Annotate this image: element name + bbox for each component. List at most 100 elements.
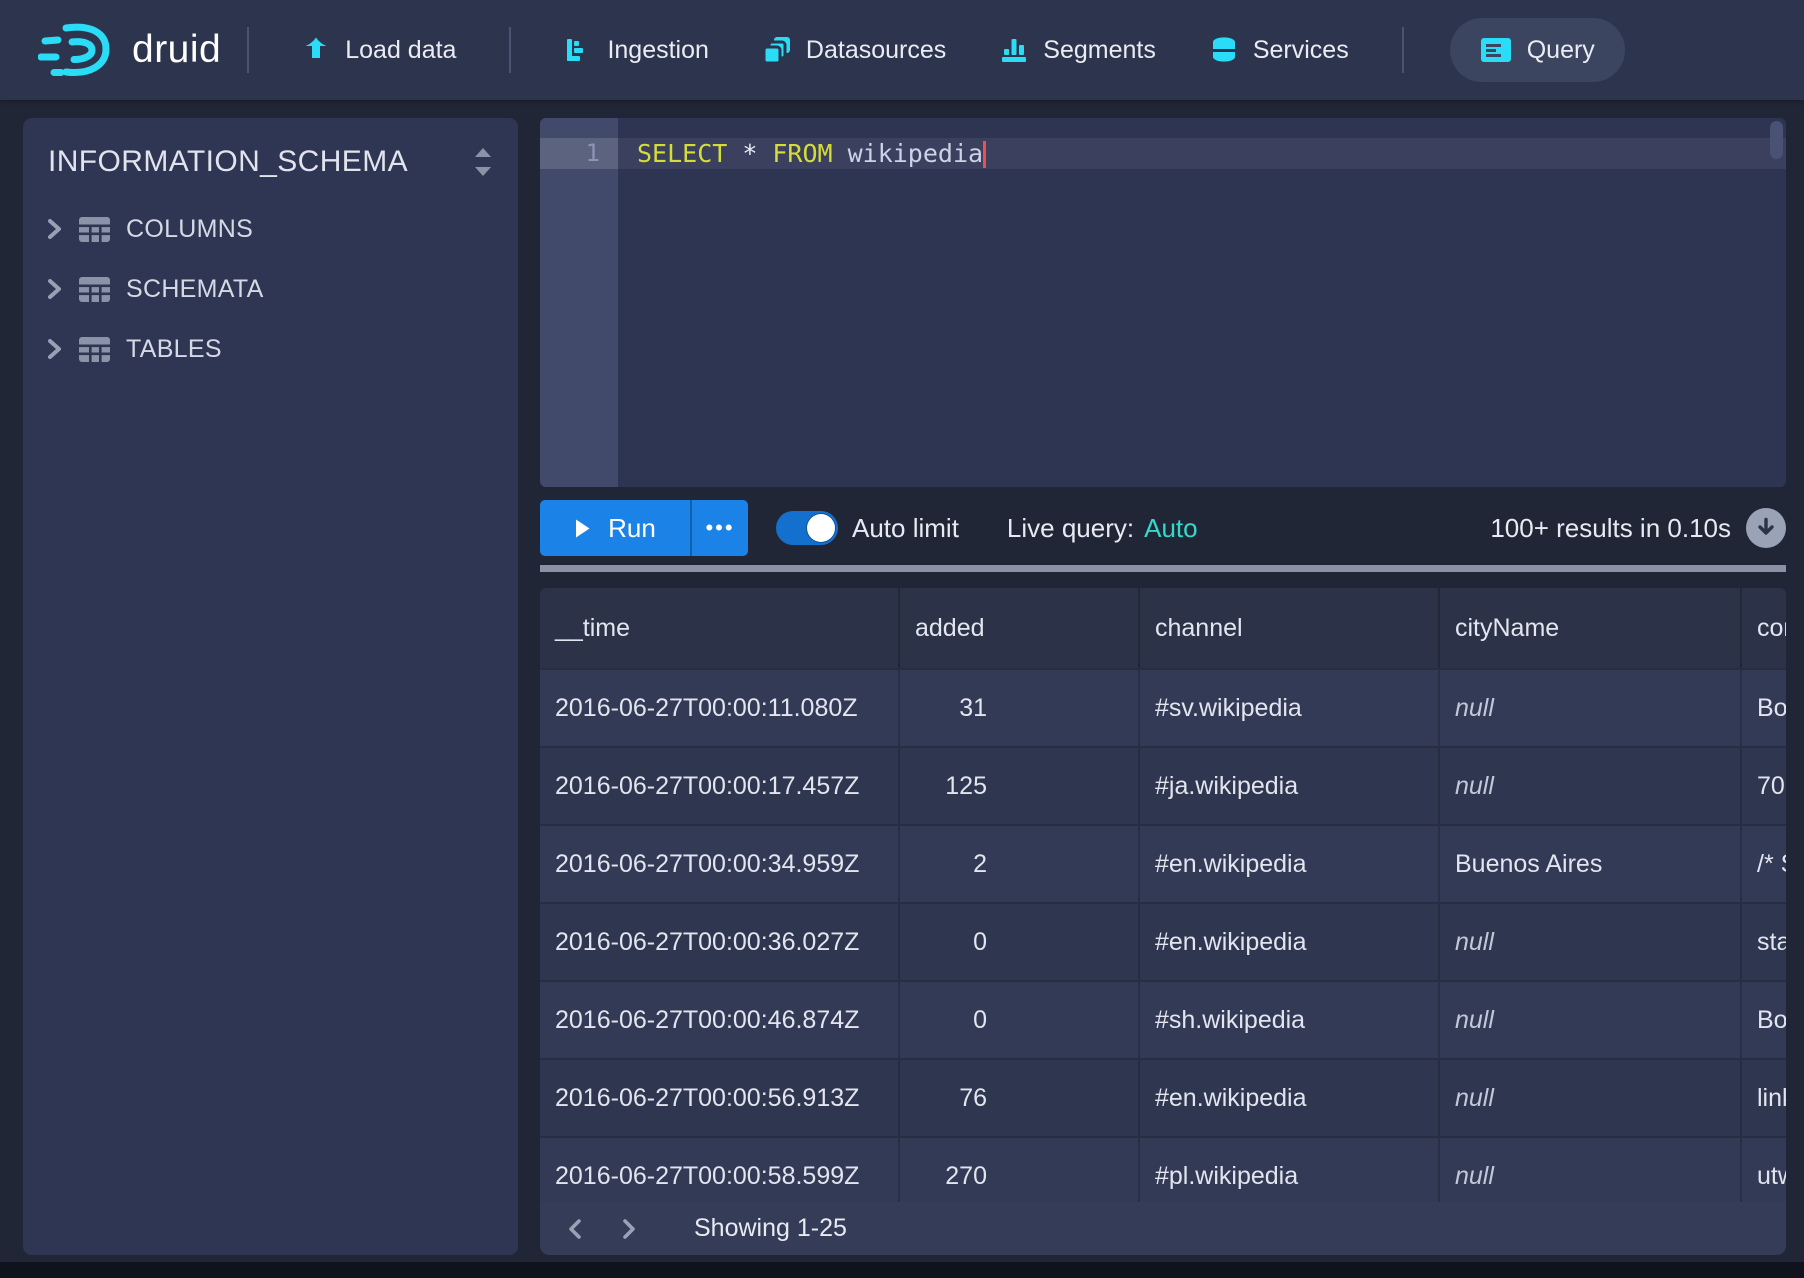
cell-cityname[interactable]: null [1438, 904, 1740, 980]
cell-added[interactable]: 0 [898, 982, 1138, 1058]
cell-channel[interactable]: #sv.wikipedia [1138, 670, 1438, 746]
cell-added[interactable]: 0 [898, 904, 1138, 980]
download-button[interactable] [1746, 508, 1786, 548]
pagination-bar: Showing 1-25 [540, 1202, 1786, 1255]
services-icon [1210, 36, 1238, 64]
tree-item-tables[interactable]: TABLES [23, 319, 518, 379]
ingestion-icon [564, 36, 592, 64]
play-icon [574, 518, 591, 539]
nav-divider [247, 27, 249, 73]
schema-sidebar: INFORMATION_SCHEMA [23, 118, 518, 1255]
nav-item-label: Query [1527, 36, 1595, 65]
cell-comment[interactable]: sta [1740, 904, 1786, 980]
query-toolbar: Run ••• Auto limit Live query: Auto 100+… [540, 500, 1786, 556]
druid-logo-icon [38, 19, 120, 81]
column-header-added[interactable]: added [898, 588, 1138, 668]
cell-cityname[interactable]: null [1438, 670, 1740, 746]
previous-page-button[interactable] [560, 1214, 590, 1244]
nav-item-query[interactable]: Query [1450, 18, 1625, 82]
results-header-row: __time added channel cityName comment [540, 588, 1786, 668]
column-header-cityname[interactable]: cityName [1438, 588, 1740, 668]
table-icon [79, 337, 110, 362]
nav-item-datasources[interactable]: Datasources [736, 0, 973, 100]
cell-channel[interactable]: #sh.wikipedia [1138, 982, 1438, 1058]
tree-item-columns[interactable]: COLUMNS [23, 199, 518, 259]
tree-item-label: SCHEMATA [126, 275, 264, 304]
datasources-icon [763, 36, 791, 64]
editor-scrollbar[interactable] [1770, 121, 1783, 159]
sql-text[interactable]: SELECT * FROM wikipedia [637, 138, 986, 169]
double-caret-vertical-icon[interactable] [472, 146, 494, 178]
cell-channel[interactable]: #ja.wikipedia [1138, 748, 1438, 824]
chevron-right-icon [47, 218, 62, 240]
cell-cityname[interactable]: Buenos Aires [1438, 826, 1740, 902]
cell-time[interactable]: 2016-06-27T00:00:36.027Z [540, 904, 898, 980]
live-query-value[interactable]: Auto [1144, 513, 1198, 544]
tree-item-label: COLUMNS [126, 215, 253, 244]
download-icon [1754, 517, 1778, 539]
cell-time[interactable]: 2016-06-27T00:00:46.874Z [540, 982, 898, 1058]
table-row: 2016-06-27T00:00:46.874Z 0 #sh.wikipedia… [540, 980, 1786, 1058]
tree-item-schemata[interactable]: SCHEMATA [23, 259, 518, 319]
table-icon [79, 217, 110, 242]
schema-title: INFORMATION_SCHEMA [48, 145, 408, 179]
sql-table-name: wikipedia [848, 139, 983, 168]
table-row: 2016-06-27T00:00:17.457Z 125 #ja.wikiped… [540, 746, 1786, 824]
run-button-label: Run [608, 513, 656, 544]
chevron-right-icon [47, 338, 62, 360]
nav-item-load-data[interactable]: Load data [275, 0, 483, 100]
text-cursor [983, 141, 986, 168]
cell-added[interactable]: 76 [898, 1060, 1138, 1136]
cell-channel[interactable]: #en.wikipedia [1138, 826, 1438, 902]
editor-gutter [540, 118, 618, 487]
ellipsis-icon: ••• [705, 515, 734, 541]
auto-limit-toggle[interactable] [776, 511, 838, 545]
tree-item-label: TABLES [126, 335, 222, 364]
table-row: 2016-06-27T00:00:11.080Z 31 #sv.wikipedi… [540, 668, 1786, 746]
schema-selector[interactable]: INFORMATION_SCHEMA [23, 118, 518, 179]
nav-item-ingestion[interactable]: Ingestion [537, 0, 735, 100]
top-nav: druid Load data Ingestion [0, 0, 1804, 100]
run-button[interactable]: Run [540, 500, 690, 556]
cell-comment[interactable]: Bot [1740, 670, 1786, 746]
cell-time[interactable]: 2016-06-27T00:00:34.959Z [540, 826, 898, 902]
cell-added[interactable]: 125 [898, 748, 1138, 824]
cell-time[interactable]: 2016-06-27T00:00:56.913Z [540, 1060, 898, 1136]
nav-item-segments[interactable]: Segments [973, 0, 1183, 100]
cell-time[interactable]: 2016-06-27T00:00:11.080Z [540, 670, 898, 746]
nav-item-label: Segments [1043, 36, 1156, 65]
nav-item-label: Load data [345, 36, 456, 65]
run-more-button[interactable]: ••• [690, 500, 748, 556]
sql-star: * [742, 139, 757, 168]
cell-cityname[interactable]: null [1438, 982, 1740, 1058]
column-header-time[interactable]: __time [540, 588, 898, 668]
segments-icon [1000, 36, 1028, 64]
cell-channel[interactable]: #en.wikipedia [1138, 904, 1438, 980]
cell-added[interactable]: 31 [898, 670, 1138, 746]
cell-channel[interactable]: #en.wikipedia [1138, 1060, 1438, 1136]
cell-cityname[interactable]: null [1438, 748, 1740, 824]
sql-editor[interactable]: 1 SELECT * FROM wikipedia [540, 118, 1786, 487]
query-icon [1480, 36, 1512, 64]
column-header-comment[interactable]: comment [1740, 588, 1786, 668]
nav-divider [509, 27, 511, 73]
sql-keyword: SELECT [637, 139, 727, 168]
nav-brand[interactable]: druid [38, 0, 221, 100]
table-row: 2016-06-27T00:00:34.959Z 2 #en.wikipedia… [540, 824, 1786, 902]
results-body: 2016-06-27T00:00:11.080Z 31 #sv.wikipedi… [540, 668, 1786, 1214]
cell-comment[interactable]: /* S [1740, 826, 1786, 902]
nav-item-services[interactable]: Services [1183, 0, 1376, 100]
column-header-channel[interactable]: channel [1138, 588, 1438, 668]
line-number: 1 [540, 138, 600, 169]
cell-added[interactable]: 2 [898, 826, 1138, 902]
cell-comment[interactable]: 70. [1740, 748, 1786, 824]
cell-comment[interactable]: Bot [1740, 982, 1786, 1058]
window-bottom-edge [0, 1262, 1804, 1278]
nav-item-label: Services [1253, 36, 1349, 65]
cell-cityname[interactable]: null [1438, 1060, 1740, 1136]
sql-keyword: FROM [772, 139, 832, 168]
cell-time[interactable]: 2016-06-27T00:00:17.457Z [540, 748, 898, 824]
next-page-button[interactable] [614, 1214, 644, 1244]
results-panel: __time added channel cityName comment 20… [540, 588, 1786, 1255]
cell-comment[interactable]: link [1740, 1060, 1786, 1136]
